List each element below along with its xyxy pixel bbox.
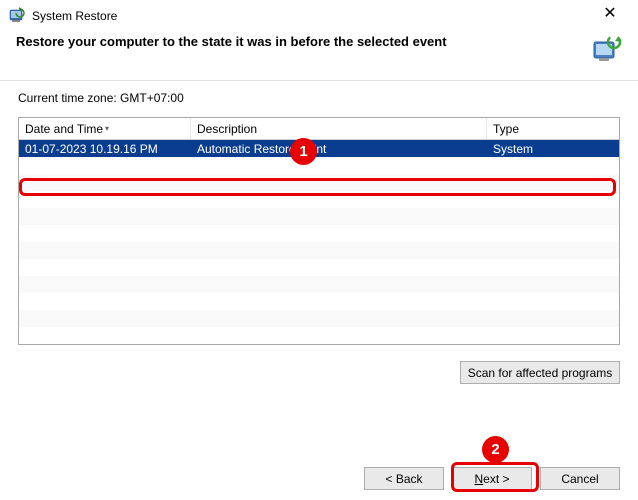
cancel-button[interactable]: Cancel — [540, 467, 620, 490]
cell-date: 01-07-2023 10.19.16 PM — [19, 141, 191, 157]
system-restore-icon — [8, 7, 26, 25]
table-row[interactable] — [19, 174, 619, 191]
cell-desc: Automatic Restore Point — [191, 141, 487, 157]
divider — [0, 80, 638, 81]
table-row[interactable]: 01-07-2023 10.19.16 PM Automatic Restore… — [19, 140, 619, 157]
column-date[interactable]: Date and Time ▾ — [19, 118, 191, 139]
scan-button[interactable]: Scan for affected programs — [460, 361, 620, 384]
next-label: N — [474, 472, 483, 486]
column-type-label: Type — [493, 122, 519, 136]
close-button[interactable]: ✕ — [590, 6, 630, 26]
header-subtitle: Restore your computer to the state it wa… — [16, 34, 580, 49]
table-header: Date and Time ▾ Description Type — [19, 118, 619, 140]
back-label: < Back — [385, 472, 422, 486]
table-row[interactable] — [19, 225, 619, 242]
back-button[interactable]: < Back — [364, 467, 444, 490]
restore-wizard-icon — [590, 34, 622, 66]
restore-points-table: Date and Time ▾ Description Type 01-07-2… — [18, 117, 620, 345]
table-row[interactable] — [19, 327, 619, 344]
chevron-down-icon: ▾ — [105, 124, 109, 133]
annotation-badge-2: 2 — [482, 436, 509, 463]
footer-buttons: < Back Next > Cancel — [364, 467, 620, 490]
table-row[interactable] — [19, 157, 619, 174]
next-button[interactable]: Next > — [452, 467, 532, 490]
table-row[interactable] — [19, 276, 619, 293]
table-row[interactable] — [19, 259, 619, 276]
table-row[interactable] — [19, 293, 619, 310]
table-row[interactable] — [19, 310, 619, 327]
table-row[interactable] — [19, 191, 619, 208]
table-body: 01-07-2023 10.19.16 PM Automatic Restore… — [19, 140, 619, 344]
table-row[interactable] — [19, 242, 619, 259]
column-type[interactable]: Type — [487, 118, 619, 139]
timezone-label: Current time zone: GMT+07:00 — [18, 91, 620, 105]
window-title: System Restore — [32, 9, 117, 23]
cell-type: System — [487, 141, 619, 157]
column-date-label: Date and Time — [25, 122, 103, 136]
header: Restore your computer to the state it wa… — [0, 28, 638, 74]
column-description[interactable]: Description — [191, 118, 487, 139]
table-row[interactable] — [19, 208, 619, 225]
column-desc-label: Description — [197, 122, 257, 136]
titlebar: System Restore ✕ — [0, 0, 638, 28]
